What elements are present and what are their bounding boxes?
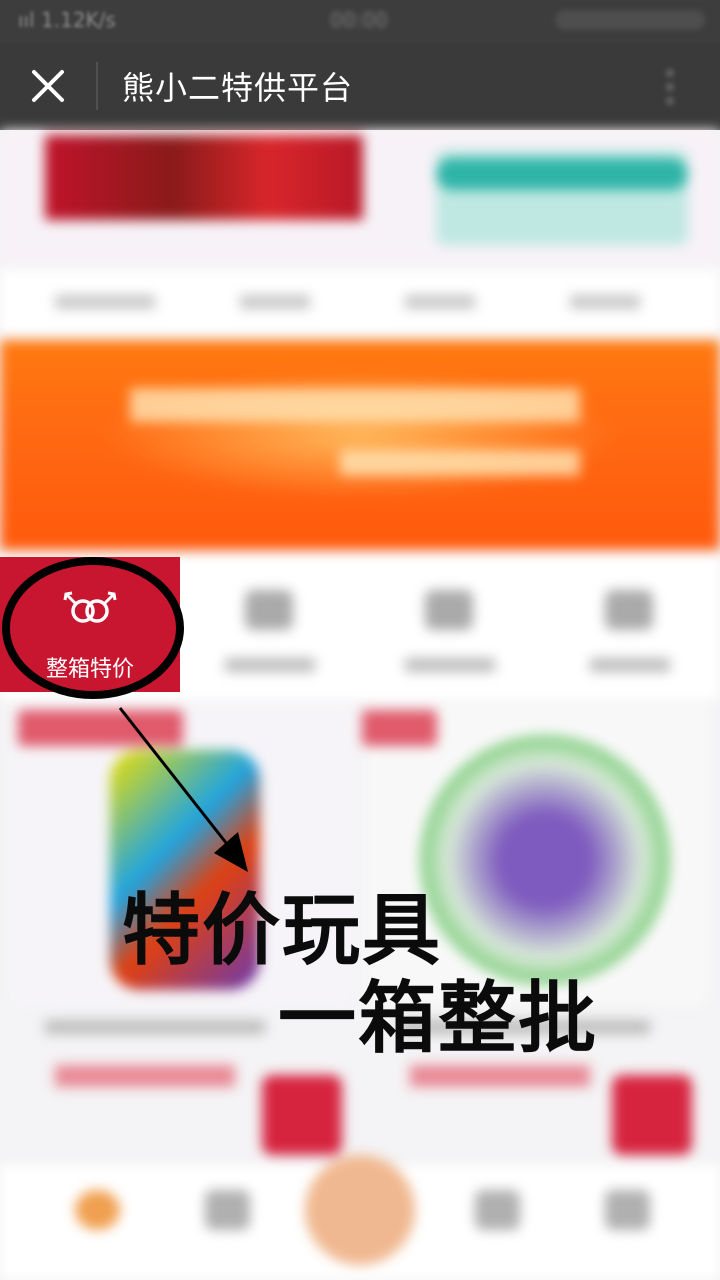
blurred-page-content <box>0 130 720 1280</box>
add-button-left <box>262 1075 342 1155</box>
highlight-ring <box>2 557 184 699</box>
category-icon-4 <box>605 590 653 630</box>
title-divider <box>96 62 98 110</box>
product-tag-right <box>362 710 437 746</box>
bottom-nav-icon-5 <box>605 1190 650 1230</box>
bottom-nav-icon-1 <box>75 1190 120 1230</box>
banner-text-1 <box>130 388 580 422</box>
banner-text-2 <box>340 450 580 476</box>
add-button-right <box>612 1075 692 1155</box>
promo-image-right-band <box>436 158 688 190</box>
page-title: 熊小二特供平台 <box>122 69 354 107</box>
category-label-3 <box>405 658 495 672</box>
category-label-4 <box>590 658 670 672</box>
category-label-2 <box>225 658 315 672</box>
warehouse-tag <box>18 710 183 746</box>
bottom-nav-icon-2 <box>205 1190 250 1230</box>
close-icon <box>32 70 64 102</box>
battery-indicator <box>555 10 705 30</box>
clock: 00:00 <box>330 8 388 32</box>
nav-tab-2 <box>240 295 310 309</box>
price-left <box>55 1065 235 1087</box>
price-right <box>410 1065 590 1087</box>
status-bar: ııl 1.12K/s 00:00 <box>0 0 720 42</box>
annotation-caption-line2: 一箱整批 <box>278 974 599 1064</box>
signal-speed-indicator: ııl 1.12K/s <box>18 8 116 32</box>
product-image-right <box>420 735 670 985</box>
nav-tab-3 <box>405 295 475 309</box>
category-icon-3 <box>425 590 473 630</box>
nav-tab-4 <box>570 295 640 309</box>
title-bar: 熊小二特供平台 <box>0 42 720 130</box>
more-icon[interactable] <box>664 66 676 108</box>
close-button[interactable] <box>22 60 74 112</box>
promo-image-left <box>45 135 363 220</box>
product-title-left <box>45 1020 265 1034</box>
bottom-nav-icon-4 <box>475 1190 520 1230</box>
bottom-nav-center <box>305 1155 415 1265</box>
nav-tab-1 <box>55 295 155 309</box>
category-icon-2 <box>245 590 293 630</box>
